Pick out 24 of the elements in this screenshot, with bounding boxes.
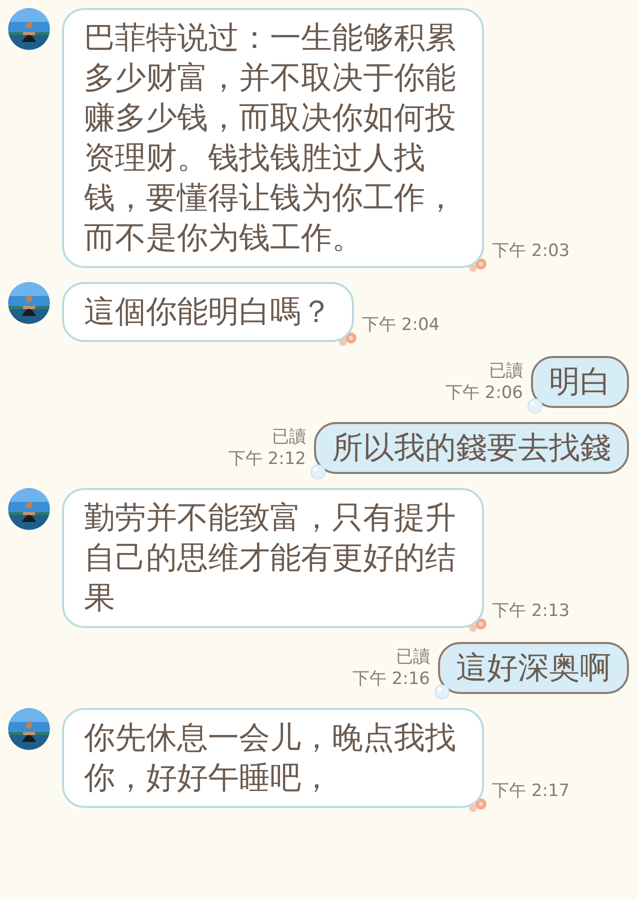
message-text: 巴菲特说过：一生能够积累多少财富，并不取决于你能赚多少钱，而取决你如何投资理财。钱找钱胜过人找钱，要懂得让钱为你工作，而不是你为钱工作。: [84, 19, 457, 258]
message-text: 明白: [549, 363, 611, 402]
read-receipt: 已讀: [272, 426, 306, 448]
timestamp: 下午 2:17: [492, 780, 570, 802]
flower-icon: [468, 258, 488, 272]
message-text: 這個你能明白嗎？: [84, 293, 332, 332]
timestamp: 下午 2:03: [492, 240, 570, 262]
flower-icon: [468, 798, 488, 812]
bubble-icon: [310, 464, 326, 480]
bubble-icon: [527, 398, 543, 414]
timestamp: 下午 2:12: [228, 448, 306, 470]
message-text: 你先休息一会儿，晚点我找你，好好午睡吧，: [84, 719, 457, 798]
message-text: 所以我的錢要去找錢: [332, 429, 611, 468]
read-receipt: 已讀: [396, 646, 430, 668]
timestamp: 下午 2:06: [445, 382, 523, 404]
flower-icon: [338, 332, 358, 346]
flower-icon: [468, 618, 488, 632]
message-text: 這好深奥啊: [456, 649, 611, 688]
timestamp: 下午 2:13: [492, 600, 570, 622]
read-receipt: 已讀: [489, 360, 523, 382]
timestamp: 下午 2:04: [362, 314, 440, 336]
timestamp: 下午 2:16: [352, 668, 430, 690]
bubble-icon: [434, 684, 450, 700]
message-text: 勤劳并不能致富，只有提升自己的思维才能有更好的结果: [84, 499, 457, 618]
